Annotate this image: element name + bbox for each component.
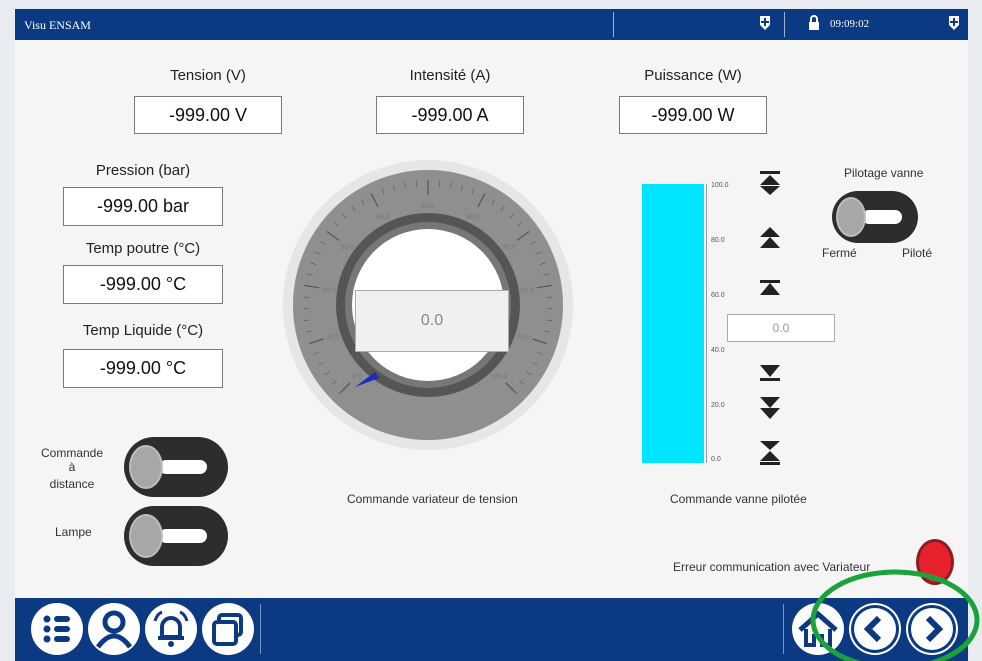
gauge-caption: Commande variateur de tension [347,492,518,506]
gauge-tick-label: 100.0 [490,374,508,381]
temp-poutre-value: -999.00 °C [63,265,223,304]
step-up-icon[interactable] [759,279,781,297]
vanne-scale-label: 0.0 [711,456,721,463]
alarm-bell-icon[interactable] [145,603,197,655]
ferme-label: Fermé [822,246,857,260]
pilote-label: Piloté [902,246,933,260]
fast-up-icon[interactable] [759,226,781,250]
separator [260,604,261,654]
windows-icon[interactable] [202,603,254,655]
min-down-icon[interactable] [759,440,781,466]
toggle-knob [836,197,866,237]
highlight-ring [810,569,980,661]
vanne-scale-label: 60.0 [711,292,725,299]
gauge-tick-label: 0.0 [352,374,362,381]
vanne-value-display: 0.0 [727,314,835,342]
vanne-caption: Commande vanne pilotée [670,492,807,506]
fast-down-icon[interactable] [759,396,781,420]
tension-value: -999.00 V [134,96,282,134]
gauge-tick-label: 50.0 [421,203,435,210]
gauge-tick-label: 10.0 [326,334,340,341]
user-icon[interactable] [88,603,140,655]
vanne-scale-label: 40.0 [711,347,725,354]
gauge-tick-label: 30.0 [340,244,354,251]
lampe-label: Lampe [55,525,92,539]
vanne-bar-fill [642,184,704,463]
separator [613,12,614,37]
pilotage-vanne-toggle[interactable] [832,191,918,243]
vanne-scale-axis [706,184,707,463]
list-icon[interactable] [31,603,83,655]
vanne-scale-label: 20.0 [711,402,725,409]
gauge-tick-label: 20.0 [322,287,336,294]
intensite-value: -999.00 A [376,96,524,134]
vanne-scale-label: 80.0 [711,237,725,244]
temp-liquide-label: Temp Liquide (°C) [82,322,204,339]
lock-icon[interactable] [808,15,820,31]
commande-distance-label: Commande à distance [40,446,104,491]
separator [784,12,785,37]
toggle-track [159,460,207,474]
puissance-label: Puissance (W) [644,67,742,84]
top-bar: Visu ENSAM 09:09:02 [15,9,968,40]
temp-poutre-label: Temp poutre (°C) [85,240,201,257]
shield-plus-icon[interactable] [758,15,772,31]
intensite-label: Intensité (A) [409,67,491,84]
clock: 09:09:02 [830,18,870,30]
toggle-track [159,529,207,543]
toggle-track [862,210,902,224]
gauge-tick-label: 70.0 [502,244,516,251]
step-down-icon[interactable] [759,364,781,382]
tension-label: Tension (V) [170,67,246,84]
gauge-value-display: 0.0 [355,290,509,352]
shield-plus-icon[interactable] [947,15,961,31]
vanne-scale-label: 100.0 [711,182,729,189]
max-up-icon[interactable] [759,170,781,196]
pression-label: Pression (bar) [95,162,191,179]
gauge-tick-label: 60.0 [467,214,481,221]
separator [783,604,784,654]
gauge-tick-label: 80.0 [520,287,534,294]
pression-value: -999.00 bar [63,187,223,226]
toggle-knob [129,445,163,489]
gauge-tick-label: 40.0 [376,214,390,221]
toggle-knob [129,514,163,558]
commande-distance-toggle[interactable] [124,437,228,497]
app-title: Visu ENSAM [24,18,91,32]
pilotage-vanne-label: Pilotage vanne [844,166,924,180]
puissance-value: -999.00 W [619,96,767,134]
temp-liquide-value: -999.00 °C [63,349,223,388]
gauge-tick-label: 90.0 [516,334,530,341]
vanne-bar-track [642,184,704,463]
lampe-toggle[interactable] [124,506,228,566]
